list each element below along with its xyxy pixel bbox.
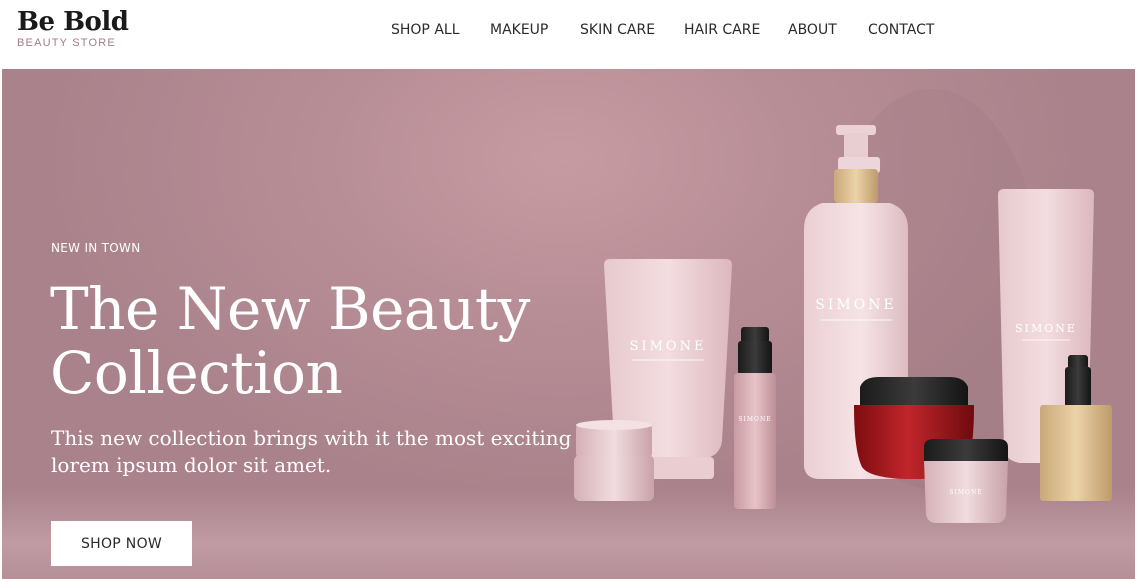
red-jar: [854, 377, 974, 479]
nav-item-contact[interactable]: CONTACT: [868, 20, 934, 40]
hero-headline-line1: The New Beauty: [50, 275, 530, 343]
hero-description: This new collection brings with it the m…: [51, 425, 591, 479]
nav-item-shop-all[interactable]: SHOP ALL: [391, 20, 460, 40]
left-tube-label: SIMONE: [630, 339, 707, 354]
brand-logo[interactable]: Be Bold BEAUTY STORE: [17, 6, 129, 49]
hero-eyebrow: NEW IN TOWN: [51, 241, 141, 255]
brand-title: Be Bold: [17, 7, 129, 37]
pump-bottle: SIMONE: [804, 125, 908, 479]
hero-headline: The New Beauty Collection: [50, 277, 590, 405]
left-tube: SIMONE: [604, 259, 732, 479]
nav-item-about[interactable]: ABOUT: [788, 20, 837, 40]
nav-item-skin-care[interactable]: SKIN CARE: [580, 20, 655, 40]
gold-dropper-bottle: [1040, 355, 1112, 501]
hero-description-line1: This new collection brings with it the m…: [51, 426, 572, 450]
nav-item-hair-care[interactable]: HAIR CARE: [684, 20, 760, 40]
right-tube-label: SIMONE: [1015, 322, 1077, 335]
pump-bottle-label: SIMONE: [815, 297, 896, 313]
wall-shadow: [822, 89, 1042, 489]
site-header: Be Bold BEAUTY STORE SHOP ALL MAKEUP SKI…: [0, 0, 1137, 69]
nav-item-makeup[interactable]: MAKEUP: [490, 20, 548, 40]
pink-dropper-bottle: SIMONE: [734, 327, 776, 509]
shop-now-button[interactable]: SHOP NOW: [51, 521, 192, 566]
hero-description-line2: lorem ipsum dolor sit amet.: [51, 453, 332, 477]
hero-headline-line2: Collection: [50, 339, 343, 407]
brand-subtitle: BEAUTY STORE: [17, 37, 116, 49]
hero-banner: SIMONE SIMONE SIMONE SIMONE SIMONE NEW I…: [2, 69, 1135, 579]
pink-dropper-label: SIMONE: [738, 416, 771, 423]
right-tube: SIMONE: [998, 189, 1094, 463]
